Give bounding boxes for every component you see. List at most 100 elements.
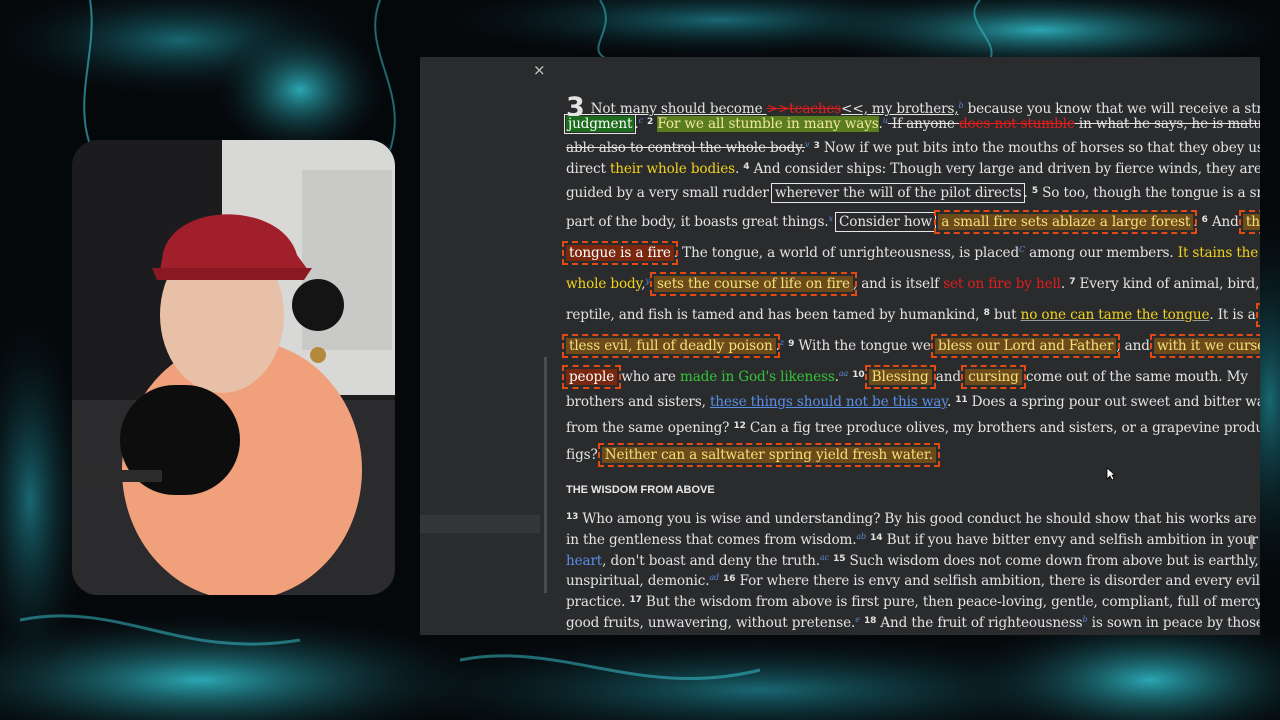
highlight-span: a small fire sets ablaze a large forest bbox=[934, 210, 1198, 234]
text-span: But the wisdom from above is first pure,… bbox=[641, 594, 1260, 610]
text-span: . It is a bbox=[1209, 307, 1260, 323]
text-span: in the gentleness that comes from wisdom… bbox=[566, 532, 857, 548]
highlight-span: the bbox=[1238, 210, 1260, 234]
text-span: made in God's likeness bbox=[679, 369, 835, 385]
text-span: , and bbox=[1116, 338, 1154, 354]
mouse-cursor-icon bbox=[1106, 467, 1116, 481]
text-line: brothers and sisters, these things shoul… bbox=[566, 394, 1260, 410]
highlight-span: For we all stumble in many ways bbox=[657, 116, 879, 132]
highlight-span: cursing bbox=[961, 365, 1026, 389]
text-span: So too, though the tongue is a small bbox=[1042, 185, 1260, 201]
text-line: direct their whole bodies. 4 And conside… bbox=[566, 161, 1260, 177]
text-line: judgment .c 2 For we all stumble in many … bbox=[563, 114, 1260, 134]
verse-number: 10 bbox=[852, 370, 865, 380]
text-span: direct bbox=[566, 161, 610, 177]
text-span: For where there is envy and selfish ambi… bbox=[735, 573, 1260, 589]
highlight-span: Blessing bbox=[864, 365, 936, 389]
text-span: practice. bbox=[566, 594, 630, 610]
text-span: no one can tame the tongue bbox=[1020, 307, 1210, 323]
highlight-span: people bbox=[561, 365, 622, 389]
verse-number: 16 bbox=[723, 574, 736, 584]
text-span: unspiritual, demonic. bbox=[566, 573, 710, 589]
verse-number: 17 bbox=[629, 595, 642, 605]
sidebar-selected-row[interactable] bbox=[420, 515, 540, 533]
text-span: is sown in peace by those bbox=[1087, 615, 1260, 631]
text-span: And bbox=[1207, 214, 1243, 230]
text-span: Who among you is wise and understanding?… bbox=[578, 511, 1260, 527]
text-span: heart bbox=[566, 553, 603, 569]
text-span: Does a spring pour out sweet and bitter … bbox=[967, 394, 1260, 410]
text-span: among our members. bbox=[1024, 245, 1178, 261]
footnote-marker[interactable]: ad bbox=[709, 573, 719, 582]
text-line: heart, don't boast and deny the truth.ac… bbox=[566, 553, 1259, 569]
text-span: . bbox=[1060, 276, 1070, 292]
text-span: Such wisdom does not come down from abov… bbox=[845, 553, 1259, 569]
text-span: does not stumble bbox=[958, 116, 1075, 132]
text-span: from the same opening? bbox=[566, 420, 734, 436]
close-icon[interactable]: × bbox=[533, 61, 546, 79]
text-span: in what he says, he is mature, bbox=[1074, 116, 1260, 132]
text-span: part of the body, it boasts great things… bbox=[566, 214, 829, 230]
text-span: Every kind of animal, bird, bbox=[1075, 276, 1260, 292]
verse-number: 12 bbox=[733, 421, 746, 431]
text-span: brothers and sisters, bbox=[566, 394, 710, 410]
footnote-marker[interactable]: ac bbox=[820, 553, 829, 562]
text-span: Can a fig tree produce olives, my brothe… bbox=[745, 420, 1260, 436]
text-span: And the fruit of righteousness bbox=[876, 615, 1083, 631]
webcam-overlay bbox=[72, 140, 395, 595]
verse-number: 15 bbox=[833, 554, 846, 564]
text-span: who are bbox=[617, 369, 680, 385]
text-line: unspiritual, demonic.ad 16 For where the… bbox=[566, 573, 1260, 589]
verse-number: 11 bbox=[955, 395, 968, 405]
text-line: able also to control the whole body.v 3 … bbox=[566, 140, 1260, 156]
highlight-span: sets the course of life on fire bbox=[649, 272, 857, 296]
text-line: 13 Who among you is wise and understandi… bbox=[566, 511, 1260, 527]
highlight-span: wherever the will of the pilot directs bbox=[770, 183, 1026, 203]
highlight-span: tongue is a fire bbox=[562, 241, 678, 265]
text-line: tless evil, full of deadly poison .z 9 Wi… bbox=[562, 334, 1260, 358]
text-span: With the tongue we bbox=[794, 338, 935, 354]
text-span: and bbox=[931, 369, 966, 385]
highlight-span: Neither can a saltwater spring yield fre… bbox=[597, 443, 940, 467]
text-span: . The tongue, a world of unrighteousness… bbox=[673, 245, 1019, 261]
text-span: set on fire by hell bbox=[943, 276, 1061, 292]
text-span: . bbox=[1023, 185, 1032, 201]
text-span: Now if we put bits into the mouths of ho… bbox=[819, 140, 1260, 156]
text-span: able also to control the whole body. bbox=[566, 140, 806, 156]
text-line: tongue is a fire. The tongue, a world of… bbox=[562, 241, 1259, 265]
highlight-span: judgment bbox=[563, 114, 637, 134]
highlight-span: tless evil, full of deadly poison bbox=[562, 334, 780, 358]
footnote-marker[interactable]: ab bbox=[856, 532, 866, 541]
text-line: good fruits, unwavering, without pretens… bbox=[566, 615, 1260, 631]
text-span: <<, my brothers, bbox=[841, 101, 959, 117]
text-span: And consider ships: Though very large an… bbox=[749, 161, 1260, 177]
text-span: , don't boast and deny the truth. bbox=[602, 553, 820, 569]
highlight-span: with it we curse bbox=[1149, 334, 1260, 358]
highlight-span: Consider how bbox=[835, 212, 937, 232]
text-line: reptile, and fish is tamed and has been … bbox=[566, 303, 1260, 327]
text-span: Not many should become bbox=[590, 101, 767, 117]
text-line: figs? Neither can a saltwater spring yie… bbox=[566, 443, 940, 467]
bible-reader-panel: × 3 Not many should become >>teaches<<, m… bbox=[420, 57, 1260, 635]
text-line: from the same opening? 12 Can a fig tree… bbox=[566, 420, 1260, 436]
text-span: , and is itself bbox=[852, 276, 944, 292]
text-line: practice. 17 But the wisdom from above i… bbox=[566, 594, 1260, 610]
footnote-marker[interactable]: aa bbox=[839, 369, 848, 378]
sidebar-scroll-rail[interactable] bbox=[544, 357, 547, 593]
text-line: in the gentleness that comes from wisdom… bbox=[566, 532, 1258, 548]
text-line: guided by a very small rudder wherever t… bbox=[566, 183, 1260, 203]
text-line: part of the body, it boasts great things… bbox=[566, 210, 1260, 234]
verse-number: 18 bbox=[863, 616, 877, 626]
scrollbar-thumb[interactable] bbox=[1250, 535, 1253, 549]
text-span: guided by a very small rudder bbox=[566, 185, 773, 201]
text-span: but bbox=[989, 307, 1021, 323]
text-span: It stains the bbox=[1177, 245, 1259, 261]
text-span: their whole bodies bbox=[609, 161, 735, 177]
reader-sidebar bbox=[420, 57, 547, 635]
verse-number: 14 bbox=[870, 533, 883, 543]
text-span: reptile, and fish is tamed and has been … bbox=[566, 307, 984, 323]
text-span: But if you have bitter envy and selfish … bbox=[882, 532, 1259, 548]
text-span: . bbox=[1193, 214, 1202, 230]
text-span: whole body bbox=[566, 276, 642, 292]
text-span: figs? bbox=[566, 447, 602, 463]
